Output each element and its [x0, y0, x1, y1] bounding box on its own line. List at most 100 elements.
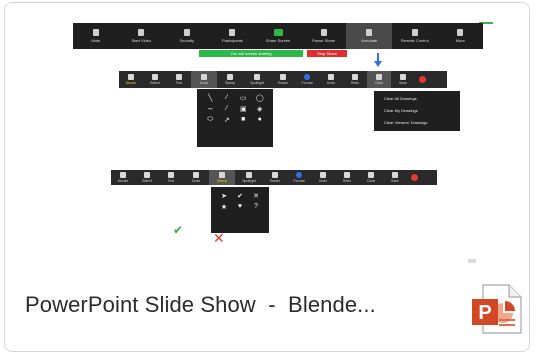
undo-label-2: Undo [318, 179, 328, 183]
redo-icon [352, 74, 358, 80]
pause-share-button[interactable]: Pause Share [301, 23, 347, 49]
filled-rect-icon[interactable]: ▣ [236, 104, 251, 113]
color-icon [304, 74, 310, 80]
spotlight-icon [254, 74, 260, 80]
pause-share-label: Pause Share [312, 38, 336, 43]
more-label: More [455, 38, 465, 43]
highlighter-icon[interactable]: ⁄ [220, 104, 235, 113]
mouse-tool-2[interactable]: Mouse [111, 170, 135, 185]
annotate-button[interactable]: Annotate [346, 23, 392, 49]
arrow-down-icon [374, 53, 382, 67]
share-screen-label: Share Screen [265, 38, 291, 43]
arrow-icon[interactable]: ↗ [220, 115, 235, 124]
pen-line-icon[interactable]: ⁄ [220, 93, 235, 102]
select-tool[interactable]: Select [143, 71, 167, 88]
format-tool[interactable]: Format [295, 71, 319, 88]
slide-thumbnail[interactable]: Mute Start Video Security Participants S… [5, 3, 529, 261]
undo-tool[interactable]: Undo [319, 71, 343, 88]
more-button[interactable]: More [438, 23, 484, 49]
draw-tool[interactable]: Draw [191, 71, 217, 88]
mute-button[interactable]: Mute [73, 23, 119, 49]
select-label: Select [150, 81, 160, 85]
line-icon[interactable]: ╲ [203, 93, 218, 102]
select-label-2: Select [142, 179, 152, 183]
text-tool-2[interactable]: Text [159, 170, 183, 185]
shield-icon [183, 29, 190, 36]
file-card[interactable]: Mute Start Video Security Participants S… [4, 2, 530, 352]
heart-stamp-icon[interactable]: ♥ [233, 202, 247, 211]
format-label: Format [301, 81, 313, 85]
spotlight-tool[interactable]: Spotlight [243, 71, 271, 88]
clear-my-drawings[interactable]: Clear My Drawings [374, 105, 460, 117]
annotate-label: Annotate [361, 38, 378, 43]
eraser-tool-2[interactable]: Eraser [263, 170, 287, 185]
redo-tool[interactable]: Redo [343, 71, 367, 88]
star-stamp-icon[interactable]: ★ [217, 202, 231, 211]
clear-all-drawings[interactable]: Clear All Drawings [374, 93, 460, 105]
save-tool[interactable]: Save [391, 71, 415, 88]
stamp-tool-2[interactable]: Stamp [209, 170, 235, 185]
close-icon[interactable] [411, 174, 418, 181]
video-icon [138, 29, 145, 36]
text-icon [176, 74, 182, 80]
spotlight-tool-2[interactable]: Spotlight [235, 170, 263, 185]
participants-button[interactable]: Participants [210, 23, 256, 49]
screen-sharing-banner: You are screen sharing [199, 50, 303, 57]
save-icon [400, 74, 406, 80]
check-stamp-icon[interactable]: ✔ [233, 191, 247, 200]
save-tool-2[interactable]: Save [383, 170, 407, 185]
eraser-label-2: Eraser [269, 179, 281, 183]
stamp-icon [219, 172, 225, 178]
redo-label-2: Redo [342, 179, 352, 183]
stamp-options-popup: ➤ ✔ ✕ ★ ♥ ? [211, 187, 269, 233]
select-tool-2[interactable]: Select [135, 170, 159, 185]
question-stamp-icon[interactable]: ? [249, 202, 263, 211]
stop-share-button[interactable]: Stop Share [307, 50, 347, 57]
share-screen-button[interactable]: Share Screen [255, 23, 301, 49]
rectangle-icon[interactable]: ▭ [236, 93, 251, 102]
draw-label: Draw [199, 81, 209, 85]
annotation-toolbar: Mouse Select Text Draw Stamp Spotlight E… [119, 71, 447, 88]
eraser-icon [272, 172, 278, 178]
color-icon [296, 172, 302, 178]
close-icon[interactable] [419, 76, 426, 83]
participants-label: Participants [222, 38, 243, 43]
undo-icon [328, 74, 334, 80]
redo-label: Redo [350, 81, 360, 85]
freehand-icon[interactable]: ∼ [203, 104, 218, 113]
annotation-toolbar-2: Mouse Select Text Draw Stamp Spotlight E… [111, 170, 437, 185]
save-icon [392, 172, 398, 178]
filled-circle-icon[interactable]: ● [253, 115, 268, 124]
remote-control-button[interactable]: Remote Control [392, 23, 438, 49]
clear-tool-2[interactable]: Clear [359, 170, 383, 185]
eraser-tool[interactable]: Eraser [271, 71, 295, 88]
diamond-icon[interactable]: ◈ [253, 104, 268, 113]
zoom-meeting-toolbar: Mute Start Video Security Participants S… [73, 23, 483, 49]
format-tool-2[interactable]: Format [287, 170, 311, 185]
start-video-button[interactable]: Start Video [119, 23, 165, 49]
eraser-label: Eraser [277, 81, 289, 85]
oval-icon[interactable]: ⬭ [203, 115, 218, 124]
draw-icon [201, 74, 207, 80]
redo-tool-2[interactable]: Redo [335, 170, 359, 185]
clear-tool[interactable]: Clear [367, 71, 391, 88]
ellipse-icon[interactable]: ◯ [253, 93, 268, 102]
redo-icon [344, 172, 350, 178]
clear-viewers-drawings[interactable]: Clear Viewers' Drawings [374, 117, 460, 129]
mouse-label-2: Mouse [117, 179, 129, 183]
undo-tool-2[interactable]: Undo [311, 170, 335, 185]
stamp-tool[interactable]: Stamp [217, 71, 243, 88]
file-title[interactable]: PowerPoint Slide Show - Blende... [25, 292, 376, 318]
x-stamp-icon[interactable]: ✕ [249, 191, 263, 200]
arrow-stamp-icon[interactable]: ➤ [217, 191, 231, 200]
security-button[interactable]: Security [164, 23, 210, 49]
filled-box-icon[interactable]: ■ [236, 115, 251, 124]
text-icon [168, 172, 174, 178]
mouse-tool[interactable]: Mouse [119, 71, 143, 88]
clear-menu: Clear All Drawings Clear My Drawings Cle… [374, 91, 460, 131]
undo-label: Undo [326, 81, 336, 85]
draw-tool-2[interactable]: Draw [183, 170, 209, 185]
select-icon [144, 172, 150, 178]
x-mark-icon: ✕ [213, 230, 225, 246]
text-tool[interactable]: Text [167, 71, 191, 88]
